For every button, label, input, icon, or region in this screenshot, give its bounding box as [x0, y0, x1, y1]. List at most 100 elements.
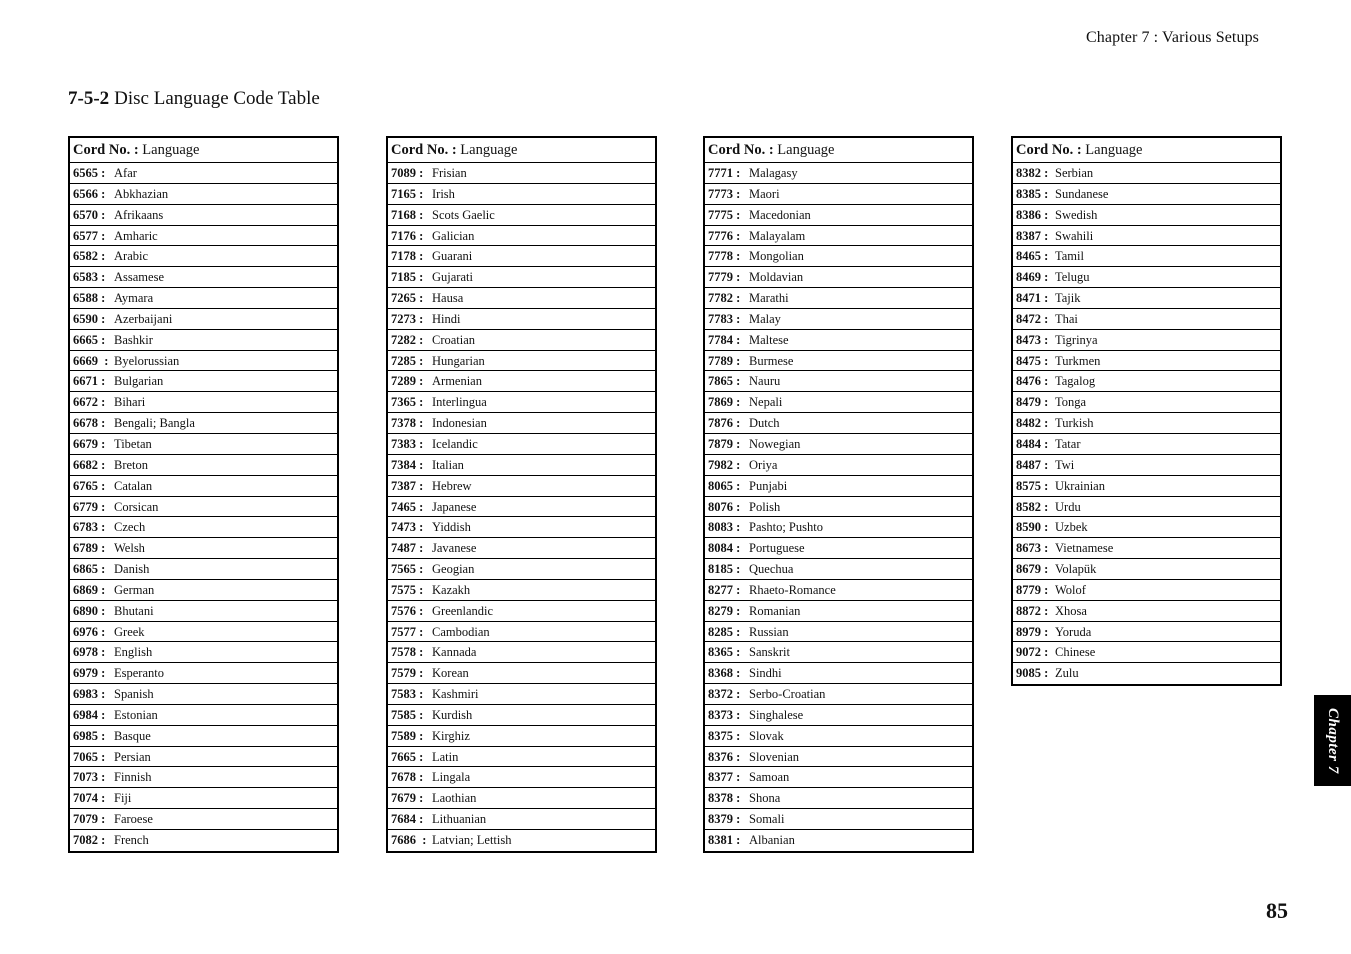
- table-row: 7773 : Maori: [705, 184, 972, 205]
- language-name: Irish: [432, 186, 455, 201]
- language-code-table-3: Cord No. : Language 7771 : Malagasy 7773 : M…: [703, 136, 974, 853]
- language-name: Interlingua: [432, 395, 487, 410]
- table-row: 8376 : Slovenian: [705, 747, 972, 768]
- language-name: Greek: [114, 624, 145, 639]
- language-name: Assamese: [114, 270, 164, 285]
- table-header: Cord No. : Language: [70, 138, 337, 163]
- language-code: 6671 :: [73, 374, 106, 389]
- language-name: Gujarati: [432, 270, 473, 285]
- language-name: Kannada: [432, 645, 477, 660]
- language-name: Tibetan: [114, 436, 152, 451]
- language-code: 8372 :: [708, 687, 741, 702]
- language-name: Nauru: [749, 374, 781, 389]
- language-code: 8076 :: [708, 499, 741, 514]
- table-row: 7265 : Hausa: [388, 288, 655, 309]
- language-name: Russian: [749, 624, 789, 639]
- language-code: 6583 :: [73, 270, 106, 285]
- table-row: 7578 : Kannada: [388, 642, 655, 664]
- table-row: 8575 : Ukrainian: [1013, 476, 1280, 497]
- language-code: 8469 :: [1016, 270, 1049, 285]
- chapter-tab: Chapter 7: [1314, 695, 1351, 786]
- language-name: Geogian: [432, 562, 475, 577]
- language-code: 8473 :: [1016, 332, 1049, 347]
- language-name: Kazakh: [432, 582, 471, 597]
- language-name: Cambodian: [432, 624, 490, 639]
- table-row: 7089 : Frisian: [388, 163, 655, 184]
- table-row: 8378 : Shona: [705, 788, 972, 810]
- language-name: Latvian; Lettish: [432, 833, 512, 847]
- table-row: 8673 : Vietnamese: [1013, 538, 1280, 560]
- language-name: Pashto; Pushto: [749, 520, 823, 535]
- table-row: 7784 : Maltese: [705, 330, 972, 351]
- table-row: 8484 : Tatar: [1013, 434, 1280, 455]
- header-language-label: Language: [142, 142, 200, 158]
- language-name: Serbo-Croatian: [749, 687, 826, 702]
- table-row: 8065 : Punjabi: [705, 476, 972, 497]
- language-code: 7679 :: [391, 791, 424, 806]
- table-body: 8382 : Serbian 8385 : Sundanese 8386 : Swedis…: [1013, 163, 1280, 684]
- table-row: 7678 : Lingala: [388, 767, 655, 789]
- table-row: 8476 : Tagalog: [1013, 371, 1280, 393]
- language-name: Croatian: [432, 332, 476, 347]
- table-row: 6590 : Azerbaijani: [70, 309, 337, 330]
- language-code: 6678 :: [73, 416, 106, 431]
- language-code: 8575 :: [1016, 478, 1049, 493]
- table-row: 7589 : Kirghiz: [388, 726, 655, 747]
- language-code: 7185 :: [391, 270, 424, 285]
- language-code: 6765 :: [73, 478, 106, 493]
- table-row: 7879 : Nowegian: [705, 434, 972, 455]
- language-code: 7577 :: [391, 624, 424, 639]
- table-row: 7082 : French: [70, 830, 337, 851]
- table-row: 6890 : Bhutani: [70, 601, 337, 622]
- language-name: Byelorussian: [114, 353, 180, 368]
- table-row: 7273 : Hindi: [388, 309, 655, 330]
- chapter-tab-label: Chapter 7: [1325, 707, 1341, 774]
- language-code: 6869 :: [73, 582, 106, 597]
- language-code-table-1: Cord No. : Language 6565 : Afar 6566 : Abkha…: [68, 136, 339, 853]
- language-name: Lithuanian: [432, 812, 487, 827]
- language-code: 8472 :: [1016, 311, 1049, 326]
- table-row: 8472 : Thai: [1013, 309, 1280, 330]
- language-code: 6577 :: [73, 228, 106, 243]
- table-row: 7776 : Malayalam: [705, 226, 972, 247]
- table-row: 7789 : Burmese: [705, 351, 972, 372]
- table-row: 7684 : Lithuanian: [388, 809, 655, 830]
- language-name: English: [114, 645, 153, 660]
- table-row: 7487 : Javanese: [388, 538, 655, 560]
- table-body: 6565 : Afar 6566 : Abkhazian 6570 : Afrikaans…: [70, 163, 337, 851]
- language-code: 7775 :: [708, 207, 741, 222]
- language-name: Latin: [432, 749, 459, 764]
- language-code: 8582 :: [1016, 499, 1049, 514]
- language-code: 7778 :: [708, 249, 741, 264]
- table-row: 8385 : Sundanese: [1013, 184, 1280, 205]
- language-name: Afrikaans: [114, 207, 164, 222]
- language-name: Afar: [114, 166, 137, 180]
- language-code: 6566 :: [73, 186, 106, 201]
- language-name: Nowegian: [749, 436, 801, 451]
- language-name: Swahili: [1055, 228, 1094, 243]
- language-name: Spanish: [114, 687, 154, 702]
- language-name: Zulu: [1055, 666, 1079, 681]
- table-row: 7365 : Interlingua: [388, 392, 655, 414]
- table-row: 6865 : Danish: [70, 559, 337, 580]
- language-code: 8379 :: [708, 812, 741, 827]
- table-row: 8582 : Urdu: [1013, 497, 1280, 518]
- language-code: 8365 :: [708, 645, 741, 660]
- table-row: 7383 : Icelandic: [388, 434, 655, 455]
- language-code: 8779 :: [1016, 582, 1049, 597]
- table-header: Cord No. : Language: [705, 138, 972, 163]
- table-row: 6979 : Esperanto: [70, 663, 337, 685]
- table-row: 6679 : Tibetan: [70, 434, 337, 455]
- language-code: 8471 :: [1016, 291, 1049, 306]
- language-code: 8590 :: [1016, 520, 1049, 535]
- language-code: 7079 :: [73, 812, 106, 827]
- table-row: 7285 : Hungarian: [388, 351, 655, 372]
- language-code: 6590 :: [73, 311, 106, 326]
- table-row: 6671 : Bulgarian: [70, 371, 337, 393]
- language-name: Bashkir: [114, 332, 153, 347]
- language-code: 8378 :: [708, 791, 741, 806]
- table-row: 8368 : Sindhi: [705, 663, 972, 685]
- language-name: Xhosa: [1055, 603, 1087, 618]
- language-code: 6976 :: [73, 624, 106, 639]
- table-row: 6765 : Catalan: [70, 476, 337, 497]
